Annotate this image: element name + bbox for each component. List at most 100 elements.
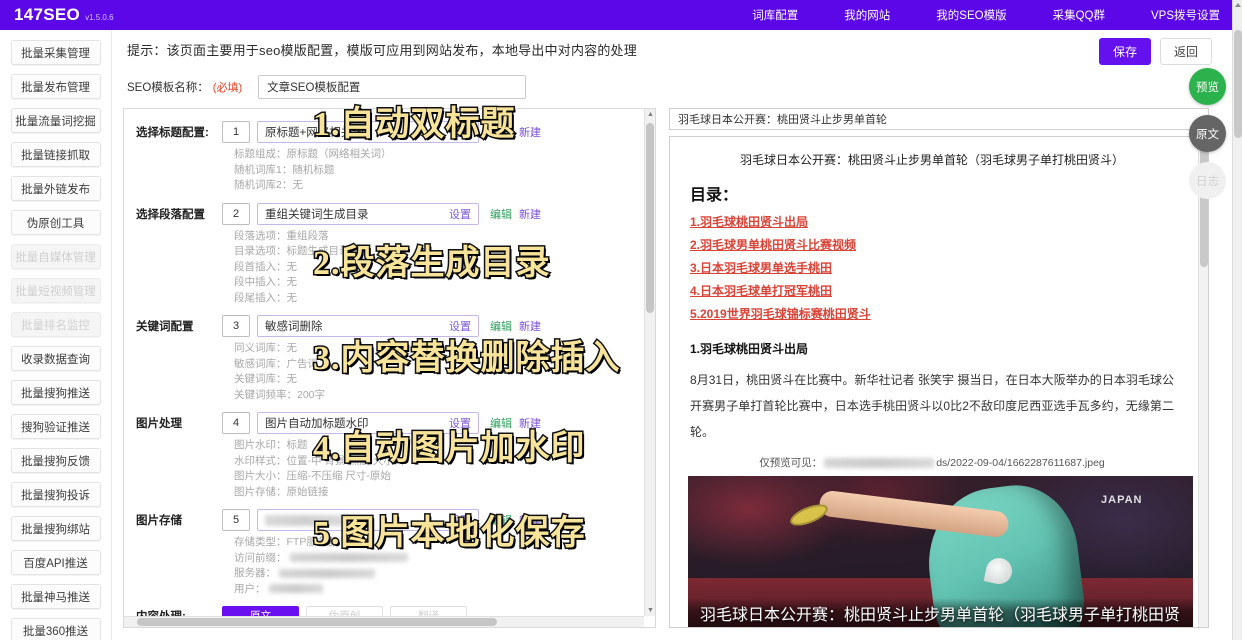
config-select-keyword[interactable]: 敏感词删除 设置 (257, 315, 479, 337)
config-select-image-process[interactable]: 图片自动加标题水印 设置 (257, 412, 479, 434)
config-detail-image-process: 图片水印：标题 水印样式：位置-中 背景-黑底 大小-中 图片大小：压缩-不压缩… (124, 438, 655, 500)
sidebar-item-baidu-api[interactable]: 百度API推送 (11, 550, 101, 575)
sidebar-item-sougou-feedback[interactable]: 批量搜狗反馈 (11, 448, 101, 473)
window-vertical-scrollbar[interactable] (1232, 30, 1242, 640)
top-bar: 147SEO v1.5.0.6 词库配置 我的网站 我的SEO模版 采集QQ群 … (0, 0, 1242, 30)
config-detail-line: 段落选项：重组段落 (234, 229, 655, 245)
config-detail-line: 关键词库：无 (234, 372, 655, 388)
config-detail-line: 同义词库：无 (234, 341, 655, 357)
config-set-link-5[interactable]: 设置 (449, 512, 471, 528)
config-select-image-storage[interactable]: 设置 (257, 509, 479, 531)
directory-link[interactable]: 1.羽毛球桃田贤斗出局 (690, 211, 1176, 234)
floating-action-buttons: 预览 原文 日志 (1189, 68, 1226, 199)
config-new-link-4[interactable]: 新建 (519, 415, 541, 431)
config-set-link-3[interactable]: 设置 (449, 318, 471, 334)
window-scrollbar-top-cap[interactable] (1232, 0, 1242, 30)
config-row-image-process: 图片处理 4 图片自动加标题水印 设置 编辑 新建 (124, 412, 655, 434)
config-detail-line-redacted: 用户： (234, 582, 655, 598)
return-button[interactable]: 返回 (1160, 38, 1212, 65)
template-name-input[interactable] (258, 75, 526, 99)
preview-vertical-scrollbar[interactable] (1198, 137, 1208, 628)
nav-item-cikupeizhi[interactable]: 词库配置 (752, 7, 798, 23)
redacted-url (824, 458, 934, 468)
sidebar-item-weiyuanchuang[interactable]: 伪原创工具 (11, 210, 101, 235)
sidebar-item-sougou-verify[interactable]: 搜狗验证推送 (11, 414, 101, 439)
top-navigation: 词库配置 我的网站 我的SEO模版 采集QQ群 VPS拨号设置 (752, 7, 1242, 23)
config-new-link-5[interactable]: 新建 (519, 512, 541, 528)
sidebar-item-liuliangci[interactable]: 批量流量词挖掘 (11, 108, 101, 133)
config-set-link-1[interactable]: 设置 (449, 124, 471, 140)
config-edit-link-4[interactable]: 编辑 (490, 415, 512, 431)
sidebar-item-sougou-complaint[interactable]: 批量搜狗投诉 (11, 482, 101, 507)
config-detail-line: 段尾插入：无 (234, 291, 655, 307)
nav-item-mywebsite[interactable]: 我的网站 (844, 7, 890, 23)
config-label-keyword: 关键词配置 (136, 318, 222, 334)
redacted-value (279, 569, 375, 578)
config-detail-line: 敏感词库：广告词 (234, 357, 655, 373)
config-set-link-4[interactable]: 设置 (449, 415, 471, 431)
config-select-paragraph[interactable]: 重组关键词生成目录 设置 (257, 203, 479, 225)
config-panel-inner: 选择标题配置: 1 原标题+网络相关词 设置 编辑 新建 标题组成：原标题（网络… (124, 109, 655, 628)
redacted-value (290, 553, 408, 562)
config-set-link-2[interactable]: 设置 (449, 206, 471, 222)
config-label-image-process: 图片处理 (136, 415, 222, 431)
nav-item-myseotemplate[interactable]: 我的SEO模版 (936, 7, 1006, 23)
nav-item-qqgroup[interactable]: 采集QQ群 (1053, 7, 1105, 23)
config-detail-keyword: 同义词库：无 敏感词库：广告词 关键词库：无 关键词频率：200字 (124, 341, 655, 403)
config-row-image-storage: 图片存储 5 设置 编辑 新建 (124, 509, 655, 531)
config-panel-horizontal-scrollbar[interactable] (124, 616, 644, 627)
scrollbar-thumb[interactable] (646, 123, 654, 313)
config-label-image-storage: 图片存储 (136, 512, 222, 528)
save-button[interactable]: 保存 (1099, 38, 1151, 65)
nav-item-vpssettings[interactable]: VPS拨号设置 (1151, 7, 1220, 23)
sidebar-item-shenma[interactable]: 批量神马推送 (11, 584, 101, 609)
config-select-title-value: 原标题+网络相关词 (265, 124, 364, 140)
scroll-down-icon[interactable]: ▼ (645, 605, 656, 616)
config-edit-link-1[interactable]: 编辑 (490, 124, 512, 140)
original-fab-button[interactable]: 原文 (1189, 115, 1226, 152)
config-edit-link-2[interactable]: 编辑 (490, 206, 512, 222)
directory-link[interactable]: 5.2019世界羽毛球锦标赛桃田贤斗 (690, 303, 1176, 326)
article-paragraph: 8月31日，桃田贤斗在比赛中。新华社记者 张笑宇 摄当日，在日本大阪举办的日本羽… (690, 367, 1174, 445)
sidebar-item-sougou-push[interactable]: 批量搜狗推送 (11, 380, 101, 405)
redacted-value (265, 515, 353, 526)
sidebar-item-shoulu[interactable]: 收录数据查询 (11, 346, 101, 371)
config-select-paragraph-value: 重组关键词生成目录 (265, 206, 369, 222)
config-edit-link-5[interactable]: 编辑 (490, 512, 512, 528)
config-detail-paragraph: 段落选项：重组段落 目录选项：标题生成目录 段首插入：无 段中插入：无 段尾插入… (124, 229, 655, 307)
sidebar: 批量采集管理 批量发布管理 批量流量词挖掘 批量链接抓取 批量外链发布 伪原创工… (0, 30, 112, 640)
article-section-heading: 1.羽毛球桃田贤斗出局 (690, 340, 1176, 357)
scroll-up-icon[interactable]: ▲ (645, 109, 656, 120)
image-jersey-text: JAPAN (1101, 494, 1142, 506)
directory-link[interactable]: 4.日本羽毛球单打冠军桃田 (690, 280, 1176, 303)
config-select-keyword-value: 敏感词删除 (265, 318, 323, 334)
config-select-image-process-value: 图片自动加标题水印 (265, 415, 369, 431)
config-select-title[interactable]: 原标题+网络相关词 设置 (257, 121, 479, 143)
config-detail-line-redacted: 服务器： (234, 566, 655, 582)
config-edit-link-3[interactable]: 编辑 (490, 318, 512, 334)
preview-fab-button[interactable]: 预览 (1189, 68, 1226, 105)
sidebar-item-360[interactable]: 批量360推送 (11, 618, 101, 640)
sidebar-item-fabu[interactable]: 批量发布管理 (11, 74, 101, 99)
config-detail-line: 图片存储：原始链接 (234, 485, 655, 501)
preview-article: 羽毛球日本公开赛：桃田贤斗止步男单首轮（羽毛球男子单打桃田贤斗） 目录： 1.羽… (670, 137, 1198, 628)
config-panel-vertical-scrollbar[interactable]: ▲ ▼ (644, 109, 655, 616)
only-preview-prefix: 仅预览可见： (759, 455, 822, 470)
scrollbar-thumb[interactable] (1234, 30, 1242, 138)
config-detail-line: 图片水印：标题 (234, 438, 655, 454)
directory-link[interactable]: 2.羽毛球男单桃田贤斗比赛视频 (690, 234, 1176, 257)
config-new-link-1[interactable]: 新建 (519, 124, 541, 140)
directory-link[interactable]: 3.日本羽毛球男单选手桃田 (690, 257, 1176, 280)
config-index-1: 1 (222, 121, 250, 143)
top-action-buttons: 保存 返回 (1099, 38, 1212, 65)
sidebar-item-sougou-bind[interactable]: 批量搜狗绑站 (11, 516, 101, 541)
config-new-link-3[interactable]: 新建 (519, 318, 541, 334)
sidebar-item-lianjie[interactable]: 批量链接抓取 (11, 142, 101, 167)
sidebar-item-wailian[interactable]: 批量外链发布 (11, 176, 101, 201)
sidebar-item-caiji[interactable]: 批量采集管理 (11, 40, 101, 65)
config-new-link-2[interactable]: 新建 (519, 206, 541, 222)
config-detail-line: 段中插入：无 (234, 275, 655, 291)
scrollbar-thumb[interactable] (137, 618, 497, 626)
only-preview-notice: 仅预览可见： ds/2022-09-04/1662287611687.jpeg (688, 455, 1176, 470)
config-detail-line: 存储类型：FTP服务器 (234, 535, 655, 551)
